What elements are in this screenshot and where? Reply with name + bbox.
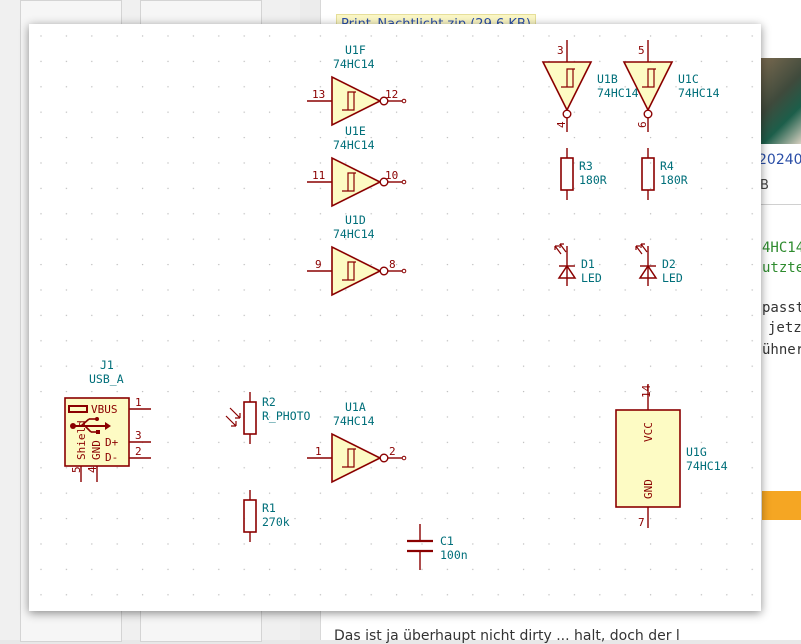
d1-ref: D1 bbox=[581, 257, 595, 271]
j1-pin-gnd: 4 bbox=[86, 466, 99, 473]
post-text-line: passt bbox=[762, 300, 801, 316]
schematic-image-viewer[interactable]: U1F 74HC14 13 12 U1E 74HC14 11 10 U1D 74… bbox=[29, 24, 761, 611]
u1d-pin-out: 8 bbox=[389, 258, 396, 271]
u1g-vcc-label: VCC bbox=[642, 422, 655, 442]
d2-ref: D2 bbox=[662, 257, 676, 271]
u1e-pin-in: 11 bbox=[312, 169, 325, 182]
d1-value: LED bbox=[581, 271, 602, 285]
j1-pin-shield: 5 bbox=[70, 466, 83, 473]
u1d-ref: U1D bbox=[345, 213, 366, 227]
u1b-pin-in: 3 bbox=[557, 44, 564, 57]
u1c-value: 74HC14 bbox=[678, 86, 720, 100]
post-text-line: ühner bbox=[762, 342, 801, 358]
r3-value: 180R bbox=[579, 173, 607, 187]
u1b-value: 74HC14 bbox=[597, 86, 639, 100]
attachment-thumbnail[interactable] bbox=[760, 58, 801, 144]
c1-ref: C1 bbox=[440, 534, 454, 548]
u1c-pin-out: 6 bbox=[636, 121, 649, 128]
u1g-gnd-label: GND bbox=[642, 479, 655, 499]
u1b-ref: U1B bbox=[597, 72, 618, 86]
j1-value: USB_A bbox=[89, 372, 124, 386]
j1-pin-vbus: 1 bbox=[135, 396, 142, 409]
u1c-ref: U1C bbox=[678, 72, 699, 86]
j1-gnd-label: GND bbox=[90, 440, 103, 460]
c1-value: 100n bbox=[440, 548, 468, 562]
r3-ref: R3 bbox=[579, 159, 593, 173]
j1-shield-label: Shield bbox=[75, 420, 88, 460]
d2-value: LED bbox=[662, 271, 683, 285]
r1-value: 270k bbox=[262, 515, 290, 529]
u1d-pin-in: 9 bbox=[315, 258, 322, 271]
j1-ref: J1 bbox=[100, 358, 114, 372]
j1-vbus-label: VBUS bbox=[91, 403, 118, 416]
code-line: utzte bbox=[762, 260, 801, 276]
r4-ref: R4 bbox=[660, 159, 674, 173]
j1-dplus-label: D+ bbox=[105, 436, 119, 449]
thumbnail-size: B bbox=[760, 178, 769, 193]
r2-value: R_PHOTO bbox=[262, 409, 311, 423]
code-line: 4HC14 bbox=[762, 240, 801, 256]
u1g-pin-gnd: 7 bbox=[638, 516, 645, 529]
divider bbox=[760, 204, 801, 205]
u1g-value: 74HC14 bbox=[686, 459, 728, 473]
r1-ref: R1 bbox=[262, 501, 276, 515]
u1a-pin-out: 2 bbox=[389, 445, 396, 458]
j1-pin-dplus: 3 bbox=[135, 429, 142, 442]
u1a-value: 74HC14 bbox=[333, 414, 375, 428]
j1-pin-dminus: 2 bbox=[135, 445, 142, 458]
u1d-value: 74HC14 bbox=[333, 227, 375, 241]
u1e-ref: U1E bbox=[345, 124, 366, 138]
u1f-ref: U1F bbox=[345, 43, 366, 57]
u1f-pin-in: 13 bbox=[312, 88, 325, 101]
u1b-pin-out: 4 bbox=[555, 121, 568, 128]
orange-button[interactable] bbox=[762, 491, 801, 520]
r4-value: 180R bbox=[660, 173, 688, 187]
u1c-pin-in: 5 bbox=[638, 44, 645, 57]
u1a-pin-in: 1 bbox=[315, 445, 322, 458]
u1e-pin-out: 10 bbox=[385, 169, 398, 182]
u1f-value: 74HC14 bbox=[333, 57, 375, 71]
u1f-pin-out: 12 bbox=[385, 88, 398, 101]
post-text-line: jetz bbox=[768, 320, 801, 336]
j1-dminus-label: D- bbox=[105, 451, 118, 464]
u1g-ref: U1G bbox=[686, 445, 707, 459]
r2-ref: R2 bbox=[262, 395, 276, 409]
u1g-pin-vcc: 14 bbox=[640, 384, 653, 398]
u1a-ref: U1A bbox=[345, 400, 366, 414]
u1e-value: 74HC14 bbox=[333, 138, 375, 152]
post-text-line: Das ist ja überhaupt nicht dirty ... hal… bbox=[334, 628, 680, 644]
thumbnail-caption[interactable]: 20240 bbox=[758, 152, 801, 168]
schematic-diagram: U1F 74HC14 13 12 U1E 74HC14 11 10 U1D 74… bbox=[29, 24, 761, 611]
